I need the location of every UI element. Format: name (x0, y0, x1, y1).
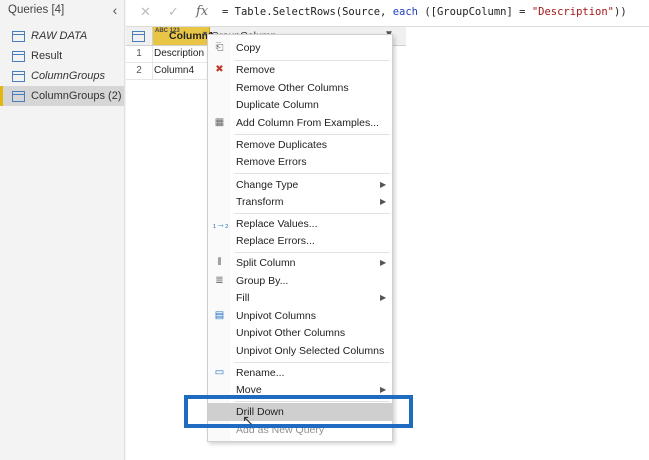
menu-item-unpivot-other-columns[interactable]: Unpivot Other Columns (208, 324, 392, 342)
menu-item-transform[interactable]: Transform ▶ (208, 193, 392, 211)
replace-values-icon: ₁→₂ (213, 219, 229, 229)
chevron-right-icon: ▶ (380, 258, 387, 267)
formula-middle: ([GroupColumn] = (424, 6, 526, 18)
formula-string: "Description" (531, 6, 614, 18)
split-column-icon: ⫴ (217, 257, 222, 268)
table-menu-button[interactable] (126, 27, 153, 45)
column-header-column1[interactable]: ABC 123 Column1 ▾ (153, 27, 214, 45)
menu-item-group-by[interactable]: ≣ Group By... (208, 272, 392, 290)
copy-icon: ⎗ (215, 42, 224, 53)
menu-label: Replace Values... (236, 218, 318, 230)
table-icon (12, 30, 25, 42)
menu-item-add-column-from-examples[interactable]: ▦ Add Column From Examples... (208, 114, 392, 132)
menu-item-remove-duplicates[interactable]: Remove Duplicates (208, 136, 392, 154)
query-label: RAW DATA (31, 30, 88, 42)
menu-item-remove-other-columns[interactable]: Remove Other Columns (208, 79, 392, 97)
menu-label: Remove Duplicates (236, 139, 328, 151)
table-row: 2 Column4 (126, 63, 216, 80)
query-item-columngroups-2[interactable]: ColumnGroups (2) (0, 86, 124, 106)
menu-label: Replace Errors... (236, 235, 315, 247)
menu-item-copy[interactable]: ⎗ Copy (208, 39, 392, 57)
query-label: ColumnGroups (31, 70, 105, 82)
query-item-result[interactable]: Result (0, 46, 124, 66)
menu-label: Remove Other Columns (236, 82, 349, 94)
remove-icon: ✖ (215, 64, 224, 75)
menu-label: Split Column (236, 257, 296, 269)
chevron-right-icon: ▶ (380, 197, 387, 206)
menu-label: Unpivot Only Selected Columns (236, 345, 385, 357)
menu-label: Group By... (236, 275, 289, 287)
context-menu: ⎗ Copy ✖ Remove Remove Other Columns Dup… (207, 34, 393, 442)
menu-item-split-column[interactable]: ⫴ Split Column ▶ (208, 254, 392, 272)
query-label: ColumnGroups (2) (31, 90, 122, 102)
menu-item-rename[interactable]: ▭ Rename... (208, 364, 392, 382)
unpivot-icon: ▤ (214, 310, 225, 321)
menu-label: Fill (236, 292, 250, 304)
highlight-annotation (184, 395, 413, 428)
chevron-left-icon[interactable]: ‹ (108, 2, 122, 18)
menu-label: Duplicate Column (236, 99, 319, 111)
menu-separator (234, 362, 390, 363)
table-cell[interactable]: Description (154, 46, 204, 62)
formula-bar: ✕ ✓ fx = Table.SelectRows(Source, each (… (126, 0, 649, 27)
menu-item-remove-errors[interactable]: Remove Errors (208, 153, 392, 171)
menu-label: Copy (236, 42, 261, 54)
check-icon[interactable]: ✓ (168, 4, 179, 20)
formula-prefix: = Table.SelectRows(Source, (222, 6, 387, 18)
menu-label: Add Column From Examples... (236, 117, 379, 129)
table-icon (12, 70, 25, 82)
table-icon (132, 31, 145, 42)
rename-icon: ▭ (214, 367, 225, 378)
menu-item-replace-values[interactable]: ₁→₂ Replace Values... (208, 215, 392, 233)
table-row: 1 Description (126, 46, 216, 63)
menu-item-duplicate-column[interactable]: Duplicate Column (208, 96, 392, 114)
menu-separator (234, 173, 390, 174)
formula-keyword: each (392, 6, 418, 18)
menu-item-unpivot-columns[interactable]: ▤ Unpivot Columns (208, 307, 392, 325)
group-by-icon: ≣ (215, 275, 224, 286)
menu-label: Remove Errors (236, 156, 307, 168)
menu-label: Unpivot Columns (236, 310, 316, 322)
menu-item-replace-errors[interactable]: Replace Errors... (208, 232, 392, 250)
row-number: 1 (126, 46, 153, 62)
menu-separator (234, 213, 390, 214)
query-list: RAW DATA Result ColumnGroups ColumnGroup… (0, 26, 124, 106)
query-item-columngroups[interactable]: ColumnGroups (0, 66, 124, 86)
table-icon (12, 90, 25, 102)
table-cell[interactable]: Column4 (154, 63, 194, 79)
menu-item-fill[interactable]: Fill ▶ (208, 289, 392, 307)
queries-pane: Queries [4] ‹ RAW DATA Result ColumnGrou… (0, 0, 125, 460)
menu-separator (234, 252, 390, 253)
menu-label: Unpivot Other Columns (236, 327, 346, 339)
add-column-icon: ▦ (214, 117, 225, 128)
menu-item-unpivot-only-selected-columns[interactable]: Unpivot Only Selected Columns (208, 342, 392, 360)
chevron-right-icon: ▶ (380, 180, 387, 189)
query-item-raw-data[interactable]: RAW DATA (0, 26, 124, 46)
query-label: Result (31, 50, 63, 62)
formula-suffix: )) (614, 6, 627, 18)
chevron-right-icon: ▶ (380, 293, 387, 302)
formula-input[interactable]: = Table.SelectRows(Source, each ([GroupC… (222, 6, 627, 18)
queries-header: Queries [4] (8, 4, 65, 16)
menu-separator (234, 134, 390, 135)
menu-label: Transform (236, 196, 284, 208)
menu-label: Change Type (236, 179, 299, 191)
menu-label: Rename... (236, 367, 285, 379)
row-number: 2 (126, 63, 153, 79)
menu-item-remove[interactable]: ✖ Remove (208, 61, 392, 79)
menu-item-change-type[interactable]: Change Type ▶ (208, 176, 392, 194)
mouse-cursor-icon: ↖ (242, 412, 254, 428)
menu-label: Remove (236, 64, 276, 76)
fx-icon[interactable]: fx (196, 4, 208, 19)
close-icon[interactable]: ✕ (140, 4, 151, 20)
table-icon (12, 50, 25, 62)
